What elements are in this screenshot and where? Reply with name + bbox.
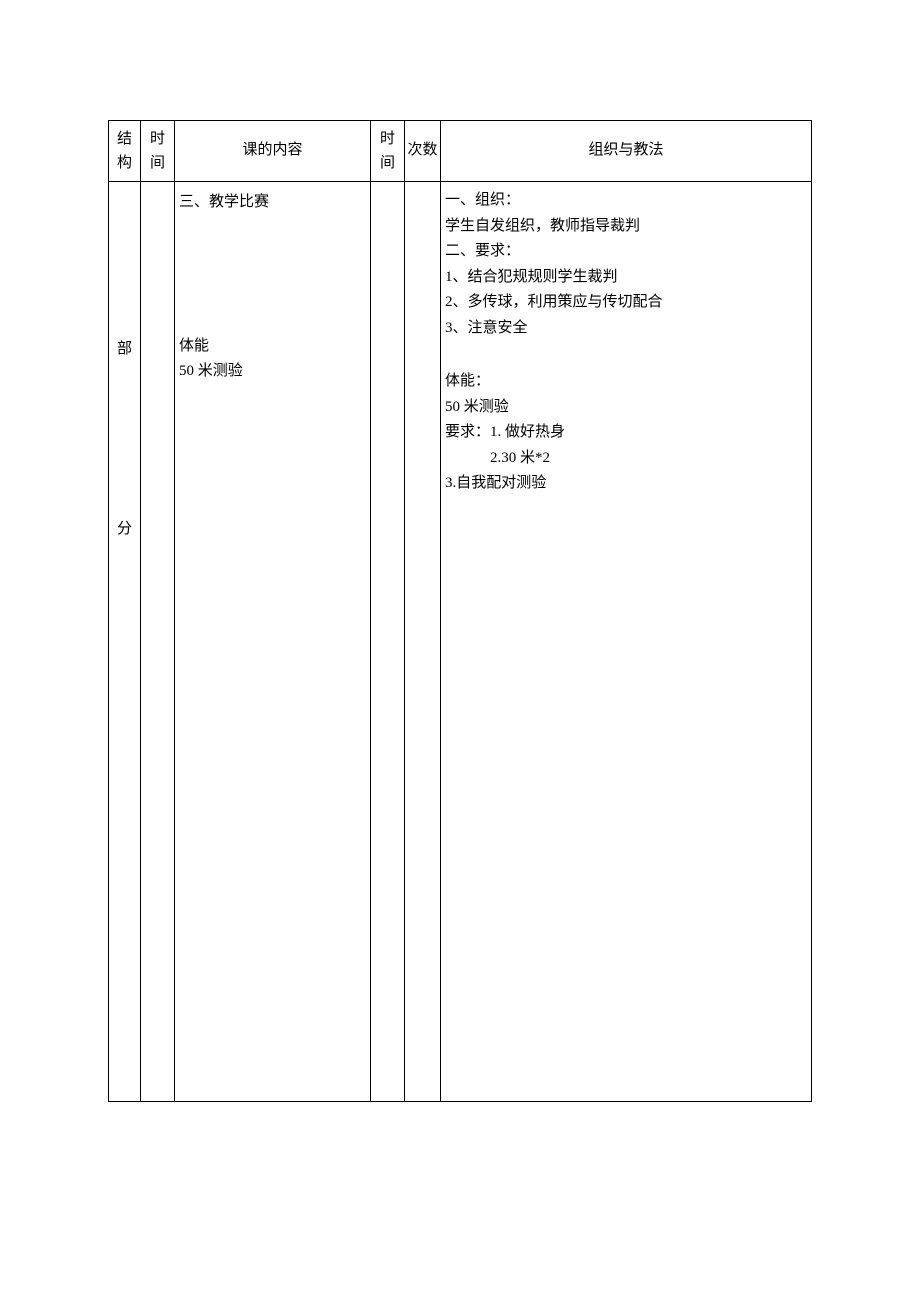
method-s1-line6: 3、注意安全 (445, 316, 807, 342)
content-section1-line1: 三、教学比赛 (179, 190, 366, 216)
method-s1-line5: 2、多传球，利用策应与传切配合 (445, 290, 807, 316)
content-block: 三、教学比赛 体能 50 米测验 (177, 186, 368, 385)
method-s1-line4: 1、结合犯规规则学生裁判 (445, 265, 807, 291)
cell-count (405, 182, 441, 1102)
header-structure-char1: 结 (111, 127, 138, 151)
header-count: 次数 (405, 121, 441, 182)
method-s1-line3: 二、要求： (445, 239, 807, 265)
cell-method: 一、组织： 学生自发组织，教师指导裁判 二、要求： 1、结合犯规规则学生裁判 2… (441, 182, 812, 1102)
method-s2-line2: 50 米测验 (445, 395, 807, 421)
lesson-plan-table: 结 构 时 间 课的内容 时 间 次数 组织与教法 部 (108, 120, 812, 1102)
header-count-label: 次数 (407, 142, 437, 158)
header-content: 课的内容 (175, 121, 371, 182)
header-time1-char1: 时 (143, 127, 172, 151)
cell-content: 三、教学比赛 体能 50 米测验 (175, 182, 371, 1102)
header-row: 结 构 时 间 课的内容 时 间 次数 组织与教法 (109, 121, 812, 182)
method-s2-line3: 要求：1. 做好热身 (445, 420, 807, 446)
method-section2: 体能： 50 米测验 要求：1. 做好热身 2.30 米*2 3.自我配对测验 (445, 369, 807, 497)
method-s2-line4: 2.30 米*2 (445, 446, 807, 472)
cell-time2 (371, 182, 405, 1102)
content-section2-line2: 50 米测验 (179, 359, 366, 385)
header-content-label: 课的内容 (242, 142, 302, 158)
body-row: 部 分 三、教学比赛 体能 50 米测验 一、组织： 学生自发组织，教师指导裁判 (109, 182, 812, 1102)
method-block: 一、组织： 学生自发组织，教师指导裁判 二、要求： 1、结合犯规规则学生裁判 2… (443, 186, 809, 497)
header-method-label: 组织与教法 (588, 142, 663, 158)
header-time1-char2: 间 (143, 151, 172, 175)
cell-time1 (141, 182, 175, 1102)
header-structure-char2: 构 (111, 151, 138, 175)
method-s1-line2: 学生自发组织，教师指导裁判 (445, 214, 807, 240)
cell-structure: 部 分 (109, 182, 141, 1102)
method-s2-line1: 体能： (445, 369, 807, 395)
lesson-plan-page: 结 构 时 间 课的内容 时 间 次数 组织与教法 部 (0, 0, 920, 1202)
header-structure: 结 构 (109, 121, 141, 182)
header-time2: 时 间 (371, 121, 405, 182)
method-s2-line5: 3.自我配对测验 (445, 471, 807, 497)
header-time2-char2: 间 (373, 151, 402, 175)
content-section2-line1: 体能 (179, 334, 366, 360)
header-time1: 时 间 (141, 121, 175, 182)
content-section2: 体能 50 米测验 (179, 334, 366, 385)
header-time2-char1: 时 (373, 127, 402, 151)
structure-char-2: 分 (109, 517, 140, 543)
structure-char-1: 部 (109, 337, 140, 363)
method-s1-line1: 一、组织： (445, 188, 807, 214)
header-method: 组织与教法 (441, 121, 812, 182)
